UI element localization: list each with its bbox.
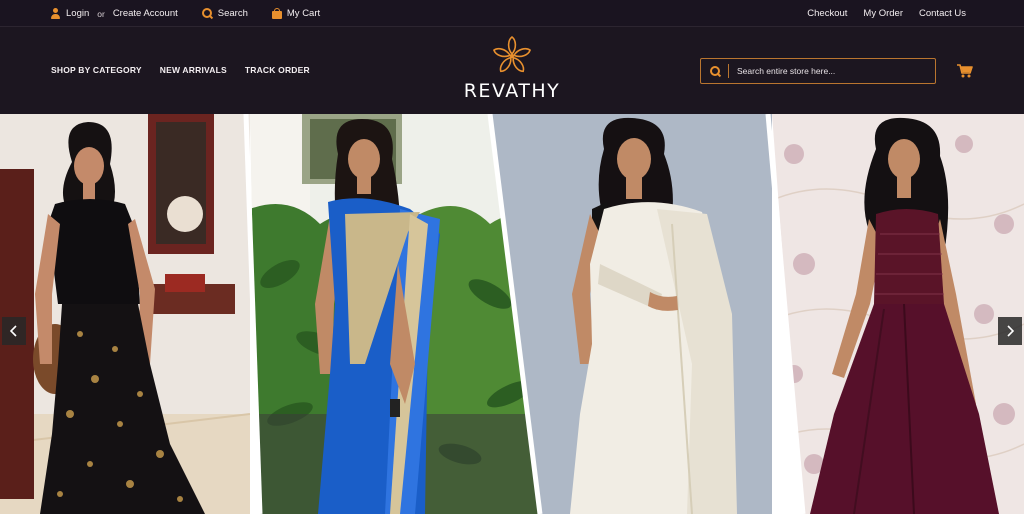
user-icon bbox=[50, 8, 61, 19]
search-divider bbox=[728, 64, 729, 78]
search-input[interactable] bbox=[737, 66, 935, 76]
create-account-link[interactable]: Create Account bbox=[113, 8, 178, 19]
hero-slider[interactable] bbox=[0, 114, 1024, 514]
flower-logo-icon bbox=[492, 36, 532, 73]
slider-prev-button[interactable] bbox=[2, 317, 26, 345]
top-bar: Login or Create Account Search My Cart C… bbox=[0, 0, 1024, 27]
my-order-link[interactable]: My Order bbox=[863, 8, 903, 19]
top-bar-right: Checkout My Order Contact Us bbox=[807, 0, 966, 27]
search-icon bbox=[201, 8, 213, 19]
brand-logo[interactable]: REVATHY bbox=[459, 36, 565, 106]
top-bar-left: Login or Create Account Search My Cart bbox=[50, 0, 320, 27]
search-label[interactable]: Search bbox=[218, 8, 248, 19]
hero-dividers bbox=[243, 114, 806, 514]
contact-us-link[interactable]: Contact Us bbox=[919, 8, 966, 19]
brand-name: REVATHY bbox=[463, 80, 561, 102]
cart-icon[interactable] bbox=[957, 64, 973, 78]
search-link[interactable]: Search bbox=[201, 8, 248, 19]
search-bar[interactable] bbox=[700, 58, 936, 84]
main-header: SHOP BY CATEGORY NEW ARRIVALS TRACK ORDE… bbox=[0, 28, 1024, 114]
nav-item-new-arrivals[interactable]: NEW ARRIVALS bbox=[160, 65, 227, 75]
search-icon[interactable] bbox=[710, 65, 721, 77]
nav-item-track-order[interactable]: TRACK ORDER bbox=[245, 65, 310, 75]
checkout-link[interactable]: Checkout bbox=[807, 8, 847, 19]
nav-item-shop-by-category[interactable]: SHOP BY CATEGORY bbox=[51, 65, 142, 75]
main-nav: SHOP BY CATEGORY NEW ARRIVALS TRACK ORDE… bbox=[51, 65, 310, 75]
bag-icon bbox=[271, 8, 282, 19]
my-cart-label[interactable]: My Cart bbox=[287, 8, 320, 19]
or-separator: or bbox=[97, 8, 105, 19]
login-label[interactable]: Login bbox=[66, 8, 89, 19]
my-cart-link[interactable]: My Cart bbox=[271, 8, 320, 19]
slider-next-button[interactable] bbox=[998, 317, 1022, 345]
chevron-right-icon bbox=[1007, 325, 1014, 337]
chevron-left-icon bbox=[10, 325, 17, 337]
login-link[interactable]: Login bbox=[50, 8, 89, 19]
